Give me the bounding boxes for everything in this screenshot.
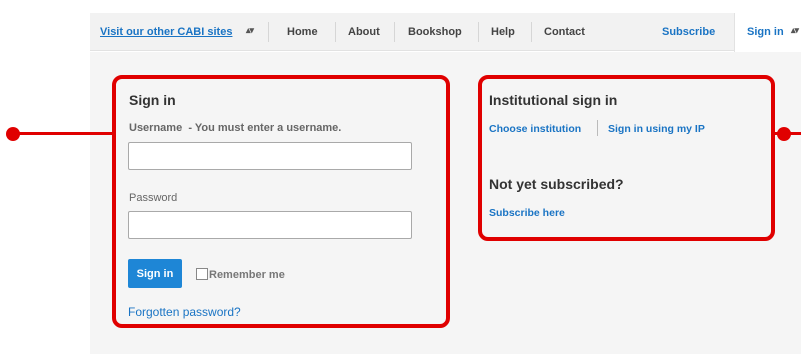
cabi-sites-updown-icon[interactable]: ▴▾: [246, 25, 254, 36]
nav-help-link[interactable]: Help: [491, 26, 515, 38]
nav-divider: [335, 22, 336, 42]
nav-divider: [478, 22, 479, 42]
nav-divider: [394, 22, 395, 42]
nav-home-link[interactable]: Home: [287, 26, 318, 38]
annotation-dot-left: [6, 127, 20, 141]
top-nav-bar: Visit our other CABI sites ▴▾ Home About…: [90, 13, 801, 52]
nav-signin-tab[interactable]: Sign in ▴▾: [734, 13, 801, 52]
nav-about-link[interactable]: About: [348, 26, 380, 38]
annotation-dot-right: [777, 127, 791, 141]
nav-divider: [268, 22, 269, 42]
nav-subscribe-link[interactable]: Subscribe: [662, 26, 715, 38]
annotation-box-signin: [112, 75, 450, 328]
signin-updown-icon: ▴▾: [791, 25, 799, 35]
nav-bookshop-link[interactable]: Bookshop: [408, 26, 462, 38]
nav-contact-link[interactable]: Contact: [544, 26, 585, 38]
nav-divider: [531, 22, 532, 42]
nav-signin-label: Sign in: [747, 26, 784, 38]
annotation-box-institutional: [478, 75, 775, 241]
annotation-pointer-line-left: [12, 132, 114, 135]
cabi-sites-link[interactable]: Visit our other CABI sites: [100, 26, 232, 38]
